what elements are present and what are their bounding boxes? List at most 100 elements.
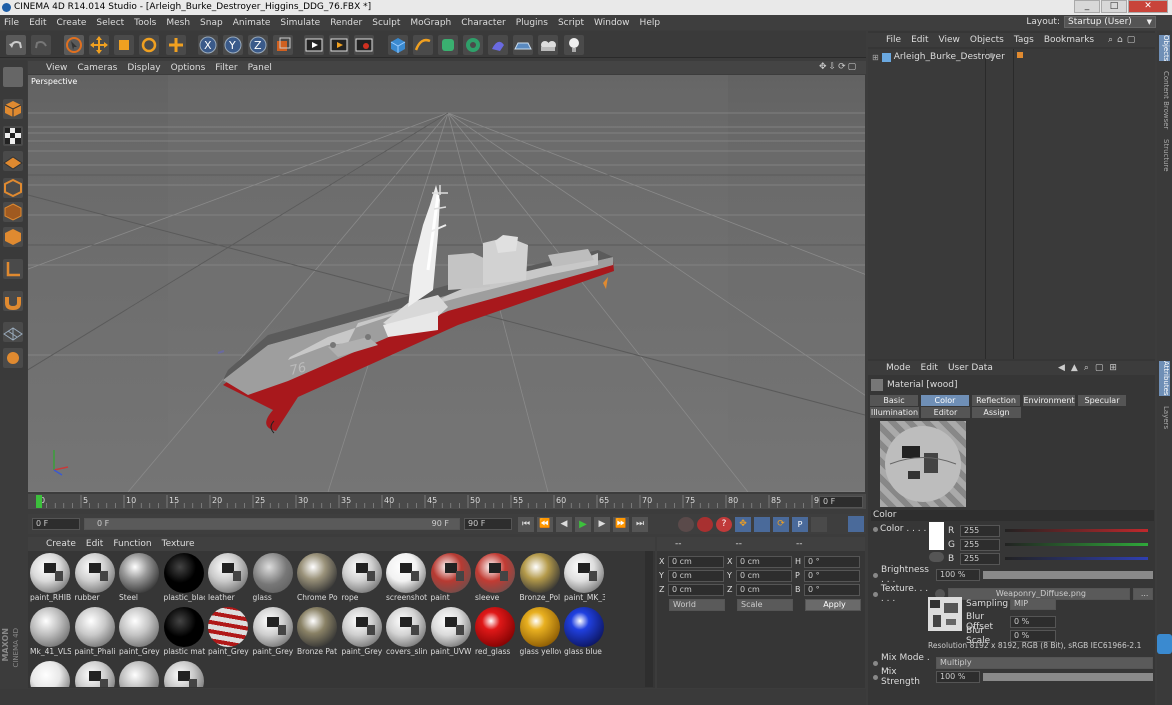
tab-attributes[interactable]: Attributes [1159,361,1170,396]
up-arrow-icon[interactable]: ▲ [1071,363,1078,373]
auto-key-icon[interactable] [697,517,713,532]
menu-mesh[interactable]: Mesh [166,18,190,28]
material-swatch[interactable]: paint_Grey [207,607,249,659]
menu-edit[interactable]: Edit [29,18,46,28]
material-menu-edit[interactable]: Edit [86,539,103,549]
brightness-field[interactable]: 100 % [936,569,980,581]
help-key-icon[interactable]: ? [716,517,732,532]
material-swatch[interactable]: red_glass [474,607,516,659]
next-frame-icon[interactable]: ▶ [594,517,610,532]
g-field[interactable]: 255 [960,538,1000,551]
material-swatch[interactable]: paint_RHIB [29,553,71,605]
material-swatch[interactable]: covers_slin [385,607,427,659]
coord-value-field[interactable]: 0 cm [736,556,792,568]
subdivision-surface-icon[interactable] [438,35,458,55]
tab-content-browser[interactable]: Content Browser [1159,71,1170,129]
visibility-dot-icon[interactable] [989,53,994,58]
end-frame-field[interactable]: 90 F [464,518,512,530]
material-swatch[interactable]: paint_Phali [74,607,116,659]
attributes-menu-mode[interactable]: Mode [886,363,911,373]
viewport-menu-view[interactable]: View [46,63,67,73]
menu-tools[interactable]: Tools [134,18,156,28]
viewport-menu-panel[interactable]: Panel [248,63,272,73]
timeline-ruler[interactable]: 051015202530354045505560657075808590 0 F [28,494,866,509]
tab-environment[interactable]: Environment [1023,395,1075,406]
tab-objects[interactable]: Objects [1159,35,1170,62]
close-button[interactable]: ✕ [1128,0,1168,13]
brightness-slider[interactable] [983,571,1153,579]
viewport-menu-filter[interactable]: Filter [215,63,237,73]
material-swatch[interactable]: Chrome Pol [296,553,338,605]
material-swatch[interactable]: paint_MK_3 [563,553,605,605]
timeline-window-icon[interactable] [848,516,864,532]
menu-plugins[interactable]: Plugins [516,18,548,28]
menu-render[interactable]: Render [330,18,362,28]
color-picker-toggle[interactable] [929,552,944,562]
menu-sculpt[interactable]: Sculpt [372,18,400,28]
record-icon[interactable] [678,517,694,532]
tab-assign[interactable]: Assign [972,407,1021,418]
key-pla-icon[interactable] [811,517,827,532]
material-swatch[interactable]: glass blue [563,607,605,659]
redo-icon[interactable] [31,35,51,55]
objects-menu-edit[interactable]: Edit [911,35,928,45]
material-menu-function[interactable]: Function [113,539,151,549]
menu-simulate[interactable]: Simulate [280,18,320,28]
recent-tool-icon[interactable] [166,35,186,55]
minimize-button[interactable]: _ [1074,0,1100,13]
start-frame-field[interactable]: 0 F [32,518,80,530]
coord-value-field[interactable]: 0 cm [668,570,724,582]
coordinate-system-icon[interactable] [273,35,293,55]
attributes-menu-user-data[interactable]: User Data [948,363,993,373]
points-mode-icon[interactable] [3,178,23,198]
material-swatch[interactable]: glass [252,553,294,605]
color-swatch[interactable] [929,522,944,550]
animation-dot-icon[interactable] [873,660,878,666]
render-settings-icon[interactable] [354,35,374,55]
render-view-icon[interactable] [304,35,324,55]
objects-menu-view[interactable]: View [939,35,960,45]
lock-icon[interactable]: ▢ [1127,35,1136,45]
edges-mode-icon[interactable] [3,202,23,222]
mix-strength-field[interactable]: 100 % [936,671,980,683]
objects-menu-objects[interactable]: Objects [970,35,1004,45]
objects-menu-tags[interactable]: Tags [1014,35,1034,45]
b-slider[interactable] [1005,557,1148,560]
material-swatch[interactable]: rubber [74,553,116,605]
workplane-grid-icon[interactable] [3,322,23,342]
key-parameter-icon[interactable]: P [792,517,808,532]
objects-menu-file[interactable]: File [886,35,901,45]
deformer-icon[interactable] [488,35,508,55]
menu-mograph[interactable]: MoGraph [410,18,451,28]
material-swatch[interactable]: Bronze_Pol [519,553,561,605]
polygons-mode-icon[interactable] [3,227,23,247]
previous-key-icon[interactable]: ⏪ [537,517,553,532]
layout-dropdown[interactable]: Startup (User) ▼ [1064,16,1156,28]
lock-icon[interactable]: ▢ [1095,363,1104,373]
coord-value-field[interactable]: 0 cm [668,584,724,596]
apply-button[interactable]: Apply [805,599,861,611]
menu-file[interactable]: File [4,18,19,28]
animation-dot-icon[interactable] [873,527,878,532]
go-to-start-icon[interactable]: ⏮ [518,517,534,532]
menu-create[interactable]: Create [57,18,87,28]
material-swatch[interactable]: plastic mat [163,607,205,659]
search-icon[interactable]: ⌕ [1084,363,1089,373]
maximize-button[interactable]: □ [1101,0,1127,13]
attributes-menu-edit[interactable]: Edit [921,363,938,373]
material-swatch[interactable]: paint_Grey [341,607,383,659]
r-field[interactable]: 255 [960,524,1000,537]
menu-script[interactable]: Script [558,18,584,28]
viewport-menu-display[interactable]: Display [127,63,160,73]
undo-icon[interactable] [6,35,26,55]
material-swatch[interactable] [29,661,71,687]
material-swatch[interactable] [74,661,116,687]
go-to-end-icon[interactable]: ⏭ [632,517,648,532]
menu-help[interactable]: Help [640,18,661,28]
search-icon[interactable]: ⌕ [1108,35,1113,45]
menu-window[interactable]: Window [594,18,630,28]
material-tag-icon[interactable] [1017,52,1023,58]
workplane-mode-icon[interactable] [3,151,23,171]
viewport-nav-icons[interactable]: ✥⇩⟳▢ [819,62,858,72]
material-scrollbar[interactable] [645,551,653,687]
